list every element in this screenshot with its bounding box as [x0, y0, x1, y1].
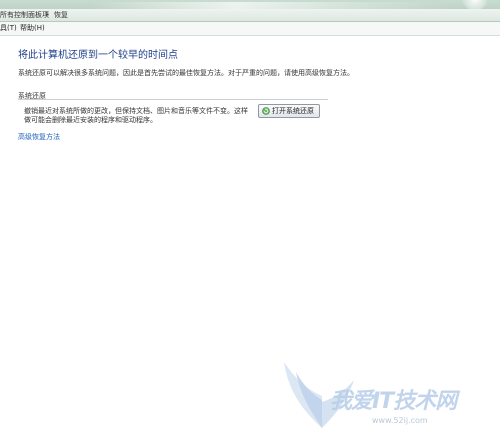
open-system-restore-label: 打开系统还原: [272, 107, 314, 115]
watermark-text: 我爱IT技术网: [330, 389, 457, 414]
menu-help[interactable]: 帮助(H): [20, 22, 45, 35]
system-restore-description: 撤销最近对系统所做的更改，但保持文档、图片和音乐等文件不变。这样做可能会删除最近…: [24, 107, 248, 124]
menu-bar: 具(T) 帮助(H): [0, 22, 500, 36]
open-system-restore-button[interactable]: 打开系统还原: [258, 104, 320, 118]
menu-tools[interactable]: 具(T): [0, 22, 17, 35]
section-divider: [18, 99, 328, 100]
main-content: 将此计算机还原到一个较早的时间点 系统还原可以解决很多系统问题，因此是首先尝试的…: [0, 36, 500, 434]
page-description: 系统还原可以解决很多系统问题，因此是首先尝试的最佳恢复方法。对于严重的问题，请使…: [18, 69, 354, 77]
breadcrumb-separator-icon[interactable]: ▸: [46, 9, 49, 21]
address-bar[interactable]: 所有控制面板项 ▸ 恢复: [0, 9, 500, 22]
breadcrumb-item-recovery[interactable]: 恢复: [54, 9, 68, 21]
breadcrumb-item-control-panel[interactable]: 所有控制面板项: [0, 9, 49, 21]
page-title: 将此计算机还原到一个较早的时间点: [18, 50, 178, 61]
advanced-recovery-link[interactable]: 高级恢复方法: [18, 132, 60, 142]
system-restore-icon: [262, 107, 270, 115]
watermark-url: www.52ij.com: [372, 416, 428, 425]
